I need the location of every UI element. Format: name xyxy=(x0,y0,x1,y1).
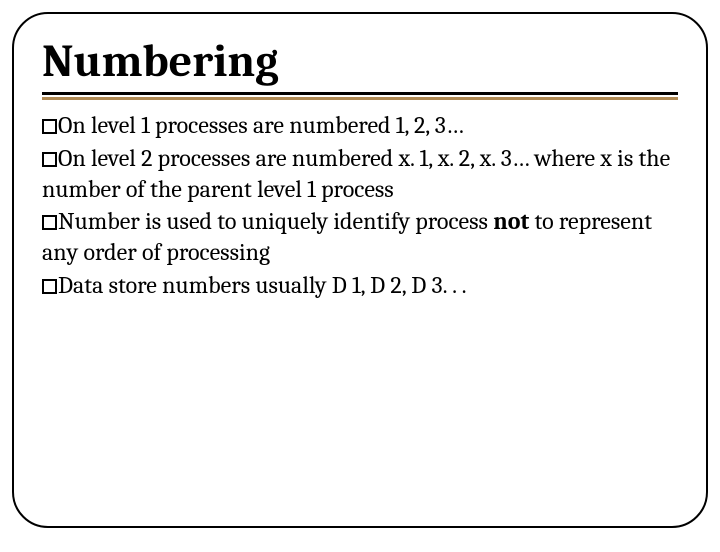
square-bullet-icon xyxy=(42,119,57,134)
slide-title: Numbering xyxy=(42,38,678,86)
slide-frame: Numbering On level 1 processes are numbe… xyxy=(12,12,708,528)
square-bullet-icon xyxy=(42,279,57,294)
list-item: Number is used to uniquely identify proc… xyxy=(42,206,678,267)
square-bullet-icon xyxy=(42,152,57,167)
list-item: On level 1 processes are numbered 1, 2, … xyxy=(42,110,678,141)
list-item: On level 2 processes are numbered x. 1, … xyxy=(42,143,678,204)
bullet-text: Data store numbers usually D 1, D 2, D 3… xyxy=(58,271,467,299)
bullet-list: On level 1 processes are numbered 1, 2, … xyxy=(42,110,678,300)
square-bullet-icon xyxy=(42,215,57,230)
list-item: Data store numbers usually D 1, D 2, D 3… xyxy=(42,270,678,301)
bullet-text-pre: Number is used to uniquely identify proc… xyxy=(58,207,493,235)
bullet-text-bold: not xyxy=(493,207,529,235)
bullet-text: On level 2 processes are numbered x. 1, … xyxy=(42,144,670,203)
title-underline xyxy=(42,92,678,100)
bullet-text: On level 1 processes are numbered 1, 2, … xyxy=(58,111,464,139)
